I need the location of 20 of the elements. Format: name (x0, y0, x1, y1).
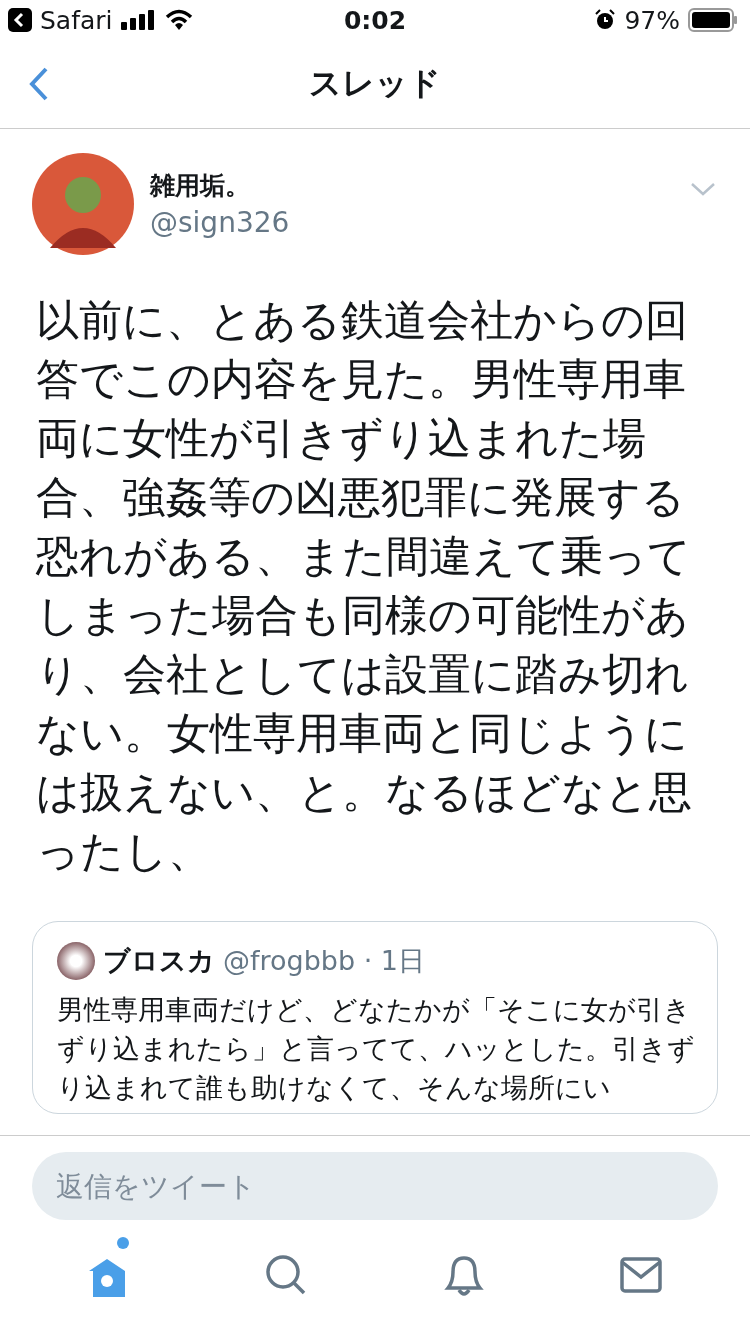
wifi-icon (164, 9, 193, 31)
mail-icon[interactable] (620, 1257, 663, 1293)
alarm-icon (594, 9, 617, 31)
quoted-user-name: ブロスカ (103, 944, 215, 978)
quoted-tweet-text: 男性専用車両だけど、どなたかが「そこに女が引きずり込まれたら」と言ってて、ハッとした。引きずり込まれて誰も助けなくて、そんな場所にい (57, 993, 695, 1105)
avatar (57, 942, 95, 980)
user-name: 雑用垢。 (150, 170, 251, 202)
back-app-label[interactable]: Safari (40, 5, 113, 35)
quoted-tweet-card[interactable]: ブロスカ @frogbbb · 1日 男性専用車両だけど、どなたかが「そこに女が引きずり込まれたら」と言ってて、ハッとした。引きずり込まれて誰も助けなくて、そんな場所にい (32, 921, 718, 1114)
battery-icon (688, 8, 738, 32)
quoted-handle-time: @frogbbb · 1日 (223, 944, 425, 978)
user-handle: @sign326 (150, 206, 291, 239)
battery-percent: 97% (624, 5, 680, 35)
back-icon[interactable] (8, 8, 32, 32)
tweet-text: 以前に、とある鉄道会社からの回答でこの内容を見た。男性専用車両に女性が引きずり込まれた場合、強姦等の凶悪犯罪に発展する恐れがある、また間違えて乗ってしまった場合も同様の可能性があり、会社としては設置に踏み切れない。女性専用車両と同じようには扱えない、と。なるほどなと思ったし、 (36, 294, 693, 878)
status-time: 0:02 (343, 5, 407, 35)
reply-field[interactable]: 返信をツイート (32, 1152, 718, 1220)
avatar[interactable] (32, 153, 134, 255)
signal-icon (120, 10, 157, 30)
nav-title: スレッド (309, 63, 441, 104)
